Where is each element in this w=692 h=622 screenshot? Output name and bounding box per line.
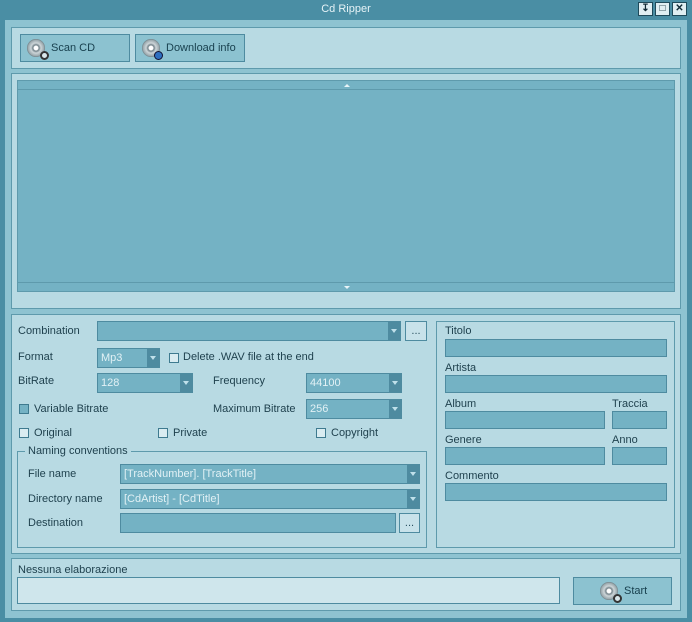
file-name-label: File name <box>28 468 77 480</box>
titolo-input[interactable] <box>445 339 667 357</box>
genere-label: Genere <box>445 434 482 446</box>
artista-label: Artista <box>445 362 477 374</box>
chevron-down-icon <box>407 490 419 508</box>
chevron-down-icon <box>389 400 401 418</box>
anno-input[interactable] <box>612 447 667 465</box>
file-name-select[interactable]: [TrackNumber]. [TrackTitle] <box>120 464 420 484</box>
directory-name-select[interactable]: [CdArtist] - [CdTitle] <box>120 489 420 509</box>
track-list[interactable] <box>17 80 675 292</box>
start-icon <box>600 582 622 603</box>
chevron-up-icon <box>344 84 350 87</box>
bitrate-label: BitRate <box>18 375 55 387</box>
original-label: Original <box>34 427 72 439</box>
window-title: Cd Ripper <box>321 3 371 15</box>
scan-cd-button[interactable]: Scan CD <box>20 34 130 62</box>
album-label: Album <box>445 398 477 410</box>
frequency-label: Frequency <box>213 375 265 387</box>
max-bitrate-label: Maximum Bitrate <box>213 403 296 415</box>
frequency-select[interactable]: 44100 <box>306 373 402 393</box>
directory-name-label: Directory name <box>28 493 103 505</box>
list-scroll-down[interactable] <box>18 282 674 291</box>
chevron-down-icon <box>389 374 401 392</box>
combination-browse-button[interactable]: ... <box>405 321 427 341</box>
format-label: Format <box>18 351 53 363</box>
max-bitrate-select[interactable]: 256 <box>306 399 402 419</box>
commento-label: Commento <box>445 470 499 482</box>
format-select[interactable]: Mp3 <box>97 348 160 368</box>
download-info-label: Download info <box>166 42 236 54</box>
titolo-label: Titolo <box>445 325 472 337</box>
list-scroll-up[interactable] <box>18 81 674 90</box>
delete-wav-label: Delete .WAV file at the end <box>183 351 314 363</box>
chevron-down-icon <box>147 349 159 367</box>
scan-cd-icon <box>27 39 49 60</box>
chevron-down-icon <box>344 286 350 289</box>
genere-input[interactable] <box>445 447 605 465</box>
private-checkbox[interactable] <box>158 428 168 438</box>
commento-input[interactable] <box>445 483 667 501</box>
maximize-icon[interactable]: □ <box>655 2 670 16</box>
destination-input[interactable] <box>120 513 396 533</box>
start-label: Start <box>624 585 648 597</box>
destination-browse-button[interactable]: ... <box>399 513 420 533</box>
chevron-down-icon <box>407 465 419 483</box>
original-checkbox[interactable] <box>19 428 29 438</box>
chevron-down-icon <box>180 374 192 392</box>
traccia-label: Traccia <box>612 398 648 410</box>
download-info-button[interactable]: Download info <box>135 34 245 62</box>
combination-select[interactable] <box>97 321 401 341</box>
start-button[interactable]: Start <box>573 577 672 605</box>
copyright-checkbox[interactable] <box>316 428 326 438</box>
album-input[interactable] <box>445 411 605 429</box>
destination-label: Destination <box>28 517 84 529</box>
traccia-input[interactable] <box>612 411 667 429</box>
progress-box <box>17 577 560 604</box>
artista-input[interactable] <box>445 375 667 393</box>
naming-conventions-label: Naming conventions <box>25 445 131 457</box>
delete-wav-checkbox[interactable] <box>169 353 179 363</box>
title-bar: Cd Ripper <box>0 0 692 18</box>
bitrate-select[interactable]: 128 <box>97 373 193 393</box>
download-info-icon <box>142 39 163 60</box>
chevron-down-icon <box>388 322 400 340</box>
variable-bitrate-label: Variable Bitrate <box>34 403 109 415</box>
minimize-icon[interactable]: ↧ <box>638 2 653 16</box>
private-label: Private <box>173 427 208 439</box>
scan-cd-label: Scan CD <box>51 42 96 54</box>
variable-bitrate-checkbox[interactable] <box>19 404 29 414</box>
anno-label: Anno <box>612 434 638 446</box>
status-label: Nessuna elaborazione <box>18 564 128 576</box>
copyright-label: Copyright <box>331 427 379 439</box>
combination-label: Combination <box>18 325 80 337</box>
close-icon[interactable]: ✕ <box>672 2 687 16</box>
